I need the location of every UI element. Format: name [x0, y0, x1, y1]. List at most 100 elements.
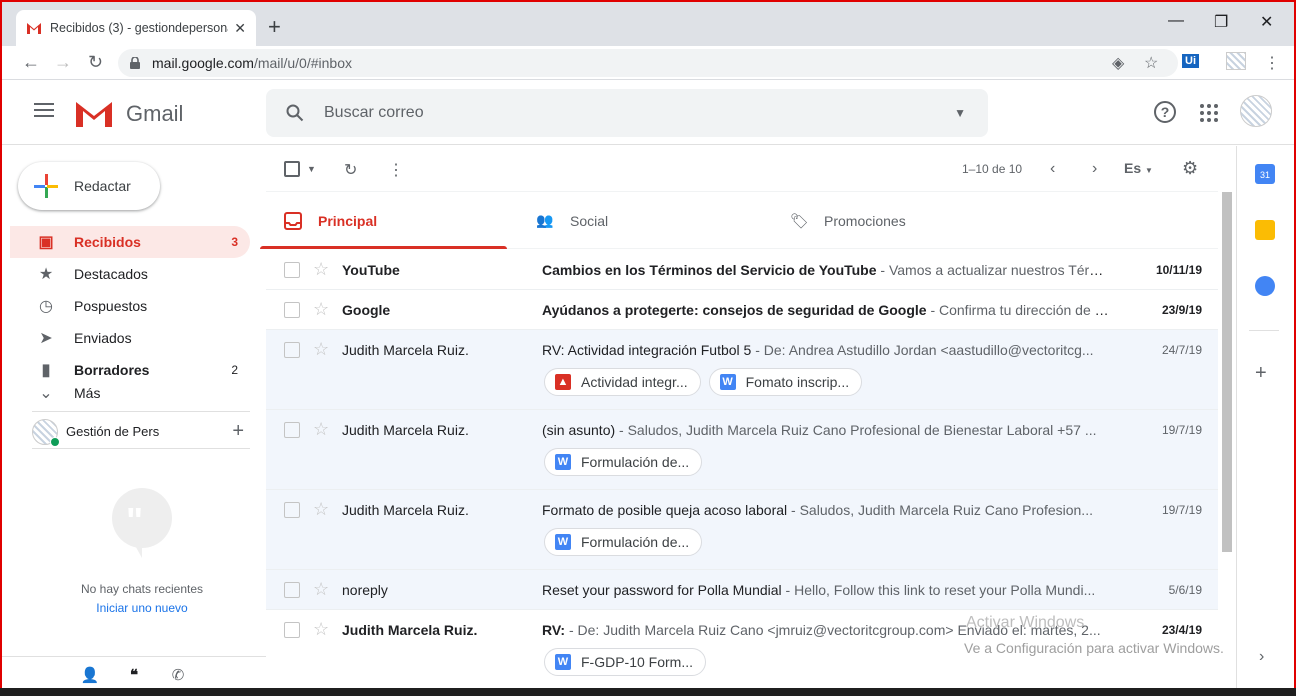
email-date: 10/11/19: [1155, 263, 1202, 277]
email-date: 23/9/19: [1161, 303, 1202, 317]
compose-label: Redactar: [74, 178, 131, 194]
nav-item-drafts[interactable]: ▮ Borradores 2: [10, 354, 250, 386]
main-menu-icon[interactable]: [34, 103, 54, 121]
online-status-dot: [50, 436, 60, 447]
attachment-chips: W Formulación de...: [544, 448, 703, 476]
older-page-icon[interactable]: ‹: [1050, 160, 1055, 178]
star-toggle-icon[interactable]: ☆: [313, 499, 329, 520]
search-input[interactable]: Buscar correo: [324, 104, 954, 122]
contacts-icon[interactable]: 👤: [78, 666, 102, 684]
settings-gear-icon[interactable]: ⚙: [1182, 158, 1198, 179]
email-row[interactable]: ☆ YouTube Cambios en los Términos del Serv…: [266, 250, 1218, 290]
add-chat-icon[interactable]: +: [232, 420, 244, 443]
inbox-icon: ▣: [38, 234, 54, 251]
row-checkbox[interactable]: [284, 302, 300, 318]
attachment-chip[interactable]: W Formulación de...: [544, 448, 703, 476]
taskbar-edge: [0, 688, 1296, 696]
select-all-checkbox[interactable]: [284, 161, 300, 182]
email-row[interactable]: ☆ Google Ayúdanos a protegerte: consejos d…: [266, 290, 1218, 330]
nav-item-inbox[interactable]: ▣ Recibidos 3: [10, 226, 250, 258]
star-toggle-icon[interactable]: ☆: [313, 419, 329, 440]
email-snippet: - Saludos, Judith Marcela Ruiz Cano Prof…: [615, 422, 1097, 438]
compose-button[interactable]: Redactar: [18, 162, 160, 210]
email-row[interactable]: ☆ Judith Marcela Ruiz. (sin asunto) - Salu…: [266, 410, 1218, 490]
scrollbar[interactable]: [1222, 192, 1232, 552]
reload-icon[interactable]: ↻: [88, 52, 103, 73]
email-row[interactable]: ☆ noreply Reset your password for Polla Mu…: [266, 570, 1218, 610]
row-checkbox[interactable]: [284, 582, 300, 598]
hangouts-chat-icon[interactable]: ❝: [122, 666, 146, 684]
bookmark-star-icon[interactable]: ☆: [1144, 53, 1158, 73]
tab-promociones[interactable]: 🏷 Promociones: [790, 193, 906, 249]
attachment-chip[interactable]: W Fomato inscrip...: [708, 368, 863, 396]
email-subject: RV: Actividad integración Futbol 5: [542, 342, 752, 358]
email-sender: Judith Marcela Ruiz.: [342, 422, 469, 438]
nav-item-snoozed[interactable]: ◷ Pospuestos: [10, 290, 250, 322]
new-tab-button[interactable]: +: [268, 14, 281, 40]
attachment-name: F-GDP-10 Form...: [581, 654, 694, 670]
email-subject: Formato de posible queja acoso laboral: [542, 502, 788, 518]
browser-menu-icon[interactable]: ⋮: [1264, 53, 1280, 73]
star-toggle-icon[interactable]: ☆: [313, 259, 329, 280]
newer-page-icon[interactable]: ›: [1092, 160, 1097, 178]
attachment-chips: ▲ Actividad integr... W Fomato inscrip...: [544, 368, 863, 396]
select-menu-icon[interactable]: ▼: [307, 164, 316, 174]
search-bar[interactable]: Buscar correo ▼: [266, 89, 988, 137]
tab-close-icon[interactable]: ✕: [234, 20, 246, 37]
divider: [32, 448, 250, 449]
windows-activation-title: Activar Windows: [966, 614, 1085, 631]
tasks-icon[interactable]: [1255, 276, 1275, 296]
refresh-icon[interactable]: ↻: [344, 160, 357, 180]
help-icon[interactable]: ?: [1154, 101, 1176, 123]
row-checkbox[interactable]: [284, 622, 300, 638]
email-row[interactable]: ☆ Judith Marcela Ruiz. Formato de posible …: [266, 490, 1218, 570]
keep-icon[interactable]: [1255, 220, 1275, 240]
apps-grid-icon[interactable]: [1200, 104, 1218, 122]
attachment-chip[interactable]: W F-GDP-10 Form...: [544, 648, 707, 676]
search-options-icon[interactable]: ▼: [954, 106, 966, 120]
star-toggle-icon[interactable]: ☆: [313, 579, 329, 600]
restore-button[interactable]: ❐: [1214, 12, 1228, 32]
close-window-button[interactable]: ✕: [1260, 12, 1273, 32]
row-checkbox[interactable]: [284, 422, 300, 438]
input-language-button[interactable]: Es ▼: [1124, 160, 1153, 176]
attachment-chips: W F-GDP-10 Form...: [544, 648, 707, 676]
star-toggle-icon[interactable]: ☆: [313, 299, 329, 320]
extension-eye-icon[interactable]: ◈: [1112, 53, 1124, 73]
attachment-chip[interactable]: ▲ Actividad integr...: [544, 368, 701, 396]
start-new-chat-link[interactable]: Iniciar uno nuevo: [22, 601, 262, 615]
nav-item-sent[interactable]: ➤ Enviados: [10, 322, 250, 354]
add-addon-icon[interactable]: +: [1255, 362, 1267, 385]
calendar-icon[interactable]: 31: [1255, 164, 1275, 184]
uipath-extension-icon[interactable]: Ui: [1182, 54, 1199, 68]
attachment-chip[interactable]: W Formulación de...: [544, 528, 703, 556]
hangouts-user[interactable]: Gestión de Pers +: [32, 411, 250, 447]
more-actions-icon[interactable]: ⋮: [388, 160, 404, 180]
back-icon[interactable]: ←: [22, 52, 40, 73]
email-row[interactable]: ☆ Judith Marcela Ruiz. RV: Actividad integ…: [266, 330, 1218, 410]
account-avatar[interactable]: [1240, 95, 1272, 127]
profile-icon[interactable]: [1226, 52, 1246, 70]
attachment-chips: W Formulación de...: [544, 528, 703, 556]
tag-icon: 🏷: [790, 213, 810, 230]
browser-tab[interactable]: Recibidos (3) - gestiondepersona ✕: [16, 10, 256, 46]
search-icon[interactable]: [286, 104, 304, 122]
nav-item-starred[interactable]: ★ Destacados: [10, 258, 250, 290]
tab-principal[interactable]: Principal: [259, 193, 508, 249]
tab-social[interactable]: 👥 Social: [536, 193, 608, 249]
nav-item-more[interactable]: ⌄ Más: [10, 386, 250, 400]
star-toggle-icon[interactable]: ☆: [313, 339, 329, 360]
forward-icon[interactable]: →: [54, 52, 72, 73]
address-bar[interactable]: mail.google.com/mail/u/0/#inbox: [118, 49, 1178, 77]
row-checkbox[interactable]: [284, 502, 300, 518]
email-subject-line: (sin asunto) - Saludos, Judith Marcela R…: [542, 422, 1112, 438]
compose-plus-icon: [34, 174, 58, 198]
url-path: /mail/u/0/#inbox: [253, 55, 352, 71]
star-toggle-icon[interactable]: ☆: [313, 619, 329, 640]
expand-panel-icon[interactable]: ›: [1259, 648, 1264, 666]
minimize-button[interactable]: —: [1168, 12, 1184, 30]
email-subject: RV:: [542, 622, 566, 638]
row-checkbox[interactable]: [284, 262, 300, 278]
phone-icon[interactable]: ✆: [166, 666, 190, 684]
row-checkbox[interactable]: [284, 342, 300, 358]
